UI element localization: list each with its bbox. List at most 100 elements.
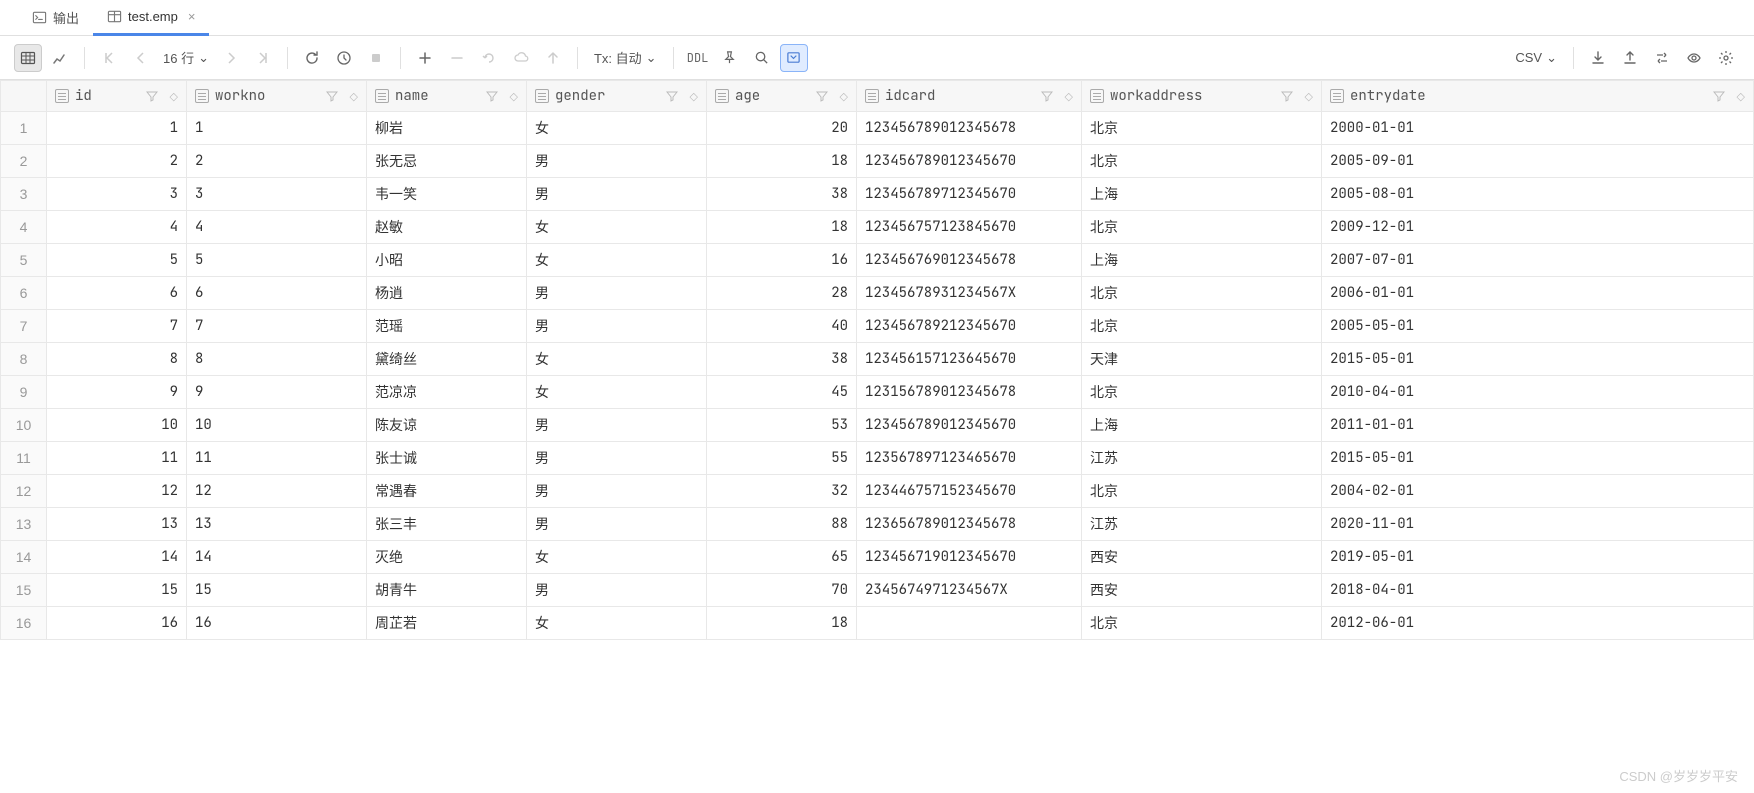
row-gutter[interactable]: 15	[1, 574, 47, 607]
table-row[interactable]: 121212常遇春男32123446757152345670北京2004-02-…	[1, 475, 1754, 508]
cell-id[interactable]: 15	[47, 574, 187, 607]
cell-idcard[interactable]: 123567897123465670	[857, 442, 1082, 475]
cell-workaddress[interactable]: 北京	[1082, 145, 1322, 178]
cell-workaddress[interactable]: 北京	[1082, 607, 1322, 640]
cell-age[interactable]: 38	[707, 178, 857, 211]
cell-id[interactable]: 9	[47, 376, 187, 409]
cell-id[interactable]: 4	[47, 211, 187, 244]
search-button[interactable]	[748, 44, 776, 72]
cell-age[interactable]: 18	[707, 145, 857, 178]
filter-active-button[interactable]	[780, 44, 808, 72]
cell-name[interactable]: 柳岩	[367, 112, 527, 145]
settings-button[interactable]	[1712, 44, 1740, 72]
cell-name[interactable]: 小昭	[367, 244, 527, 277]
cell-entrydate[interactable]: 2018-04-01	[1322, 574, 1754, 607]
cell-name[interactable]: 杨逍	[367, 277, 527, 310]
cell-gender[interactable]: 男	[527, 442, 707, 475]
cell-age[interactable]: 40	[707, 310, 857, 343]
cell-entrydate[interactable]: 2006-01-01	[1322, 277, 1754, 310]
cell-name[interactable]: 常遇春	[367, 475, 527, 508]
cell-age[interactable]: 88	[707, 508, 857, 541]
cell-workno[interactable]: 2	[187, 145, 367, 178]
cell-entrydate[interactable]: 2015-05-01	[1322, 442, 1754, 475]
cell-gender[interactable]: 男	[527, 508, 707, 541]
cell-id[interactable]: 14	[47, 541, 187, 574]
cell-workaddress[interactable]: 北京	[1082, 211, 1322, 244]
row-gutter[interactable]: 10	[1, 409, 47, 442]
cell-workaddress[interactable]: 上海	[1082, 178, 1322, 211]
tab-file[interactable]: test.emp ×	[93, 0, 209, 36]
table-row[interactable]: 999范凉凉女45123156789012345678北京2010-04-01	[1, 376, 1754, 409]
cell-age[interactable]: 53	[707, 409, 857, 442]
cell-gender[interactable]: 女	[527, 112, 707, 145]
table-row[interactable]: 888黛绮丝女38123456157123645670天津2015-05-01	[1, 343, 1754, 376]
cell-entrydate[interactable]: 2012-06-01	[1322, 607, 1754, 640]
cell-gender[interactable]: 男	[527, 277, 707, 310]
table-row[interactable]: 555小昭女16123456769012345678上海2007-07-01	[1, 244, 1754, 277]
cell-entrydate[interactable]: 2020-11-01	[1322, 508, 1754, 541]
cell-idcard[interactable]: 123446757152345670	[857, 475, 1082, 508]
filter-icon[interactable]	[486, 90, 498, 102]
cell-workaddress[interactable]: 西安	[1082, 541, 1322, 574]
filter-icon[interactable]	[666, 90, 678, 102]
cell-gender[interactable]: 男	[527, 475, 707, 508]
cell-idcard[interactable]: 123456789012345670	[857, 409, 1082, 442]
column-header-gender[interactable]: gender◇	[527, 81, 707, 112]
row-gutter[interactable]: 4	[1, 211, 47, 244]
cell-name[interactable]: 胡青牛	[367, 574, 527, 607]
last-page-button[interactable]	[249, 44, 277, 72]
cell-id[interactable]: 13	[47, 508, 187, 541]
cell-workaddress[interactable]: 北京	[1082, 277, 1322, 310]
row-gutter[interactable]: 12	[1, 475, 47, 508]
cell-age[interactable]: 18	[707, 211, 857, 244]
table-row[interactable]: 666杨逍男2812345678931234567X北京2006-01-01	[1, 277, 1754, 310]
cell-idcard[interactable]	[857, 607, 1082, 640]
refresh-button[interactable]	[298, 44, 326, 72]
filter-icon[interactable]	[1281, 90, 1293, 102]
table-row[interactable]: 141414灭绝女65123456719012345670西安2019-05-0…	[1, 541, 1754, 574]
sort-icon[interactable]: ◇	[350, 90, 358, 103]
row-gutter[interactable]: 11	[1, 442, 47, 475]
cell-gender[interactable]: 女	[527, 607, 707, 640]
download-button[interactable]	[1584, 44, 1612, 72]
tab-output[interactable]: 输出	[18, 0, 93, 36]
row-gutter[interactable]: 14	[1, 541, 47, 574]
cell-workno[interactable]: 3	[187, 178, 367, 211]
cell-workaddress[interactable]: 北京	[1082, 376, 1322, 409]
add-row-button[interactable]	[411, 44, 439, 72]
cell-entrydate[interactable]: 2005-08-01	[1322, 178, 1754, 211]
row-gutter[interactable]: 7	[1, 310, 47, 343]
cell-age[interactable]: 70	[707, 574, 857, 607]
grid-view-button[interactable]	[14, 44, 42, 72]
cell-age[interactable]: 65	[707, 541, 857, 574]
cell-name[interactable]: 韦一笑	[367, 178, 527, 211]
row-gutter[interactable]: 2	[1, 145, 47, 178]
cell-id[interactable]: 3	[47, 178, 187, 211]
cell-idcard[interactable]: 123456789212345670	[857, 310, 1082, 343]
cell-workaddress[interactable]: 北京	[1082, 310, 1322, 343]
cell-workno[interactable]: 14	[187, 541, 367, 574]
cell-name[interactable]: 张无忌	[367, 145, 527, 178]
cell-name[interactable]: 张士诚	[367, 442, 527, 475]
revert-button[interactable]	[475, 44, 503, 72]
cell-name[interactable]: 范凉凉	[367, 376, 527, 409]
cell-gender[interactable]: 男	[527, 145, 707, 178]
filter-icon[interactable]	[1041, 90, 1053, 102]
column-header-entrydate[interactable]: entrydate◇	[1322, 81, 1754, 112]
row-gutter[interactable]: 5	[1, 244, 47, 277]
cell-idcard[interactable]: 123456769012345678	[857, 244, 1082, 277]
column-header-workno[interactable]: workno◇	[187, 81, 367, 112]
cell-workno[interactable]: 11	[187, 442, 367, 475]
cell-age[interactable]: 32	[707, 475, 857, 508]
cell-name[interactable]: 张三丰	[367, 508, 527, 541]
row-gutter[interactable]: 6	[1, 277, 47, 310]
prev-page-button[interactable]	[127, 44, 155, 72]
cell-entrydate[interactable]: 2015-05-01	[1322, 343, 1754, 376]
cell-workaddress[interactable]: 北京	[1082, 112, 1322, 145]
cell-workaddress[interactable]: 西安	[1082, 574, 1322, 607]
row-gutter[interactable]: 9	[1, 376, 47, 409]
cell-workno[interactable]: 9	[187, 376, 367, 409]
compare-button[interactable]	[1648, 44, 1676, 72]
sort-icon[interactable]: ◇	[1065, 90, 1073, 103]
cell-gender[interactable]: 女	[527, 244, 707, 277]
